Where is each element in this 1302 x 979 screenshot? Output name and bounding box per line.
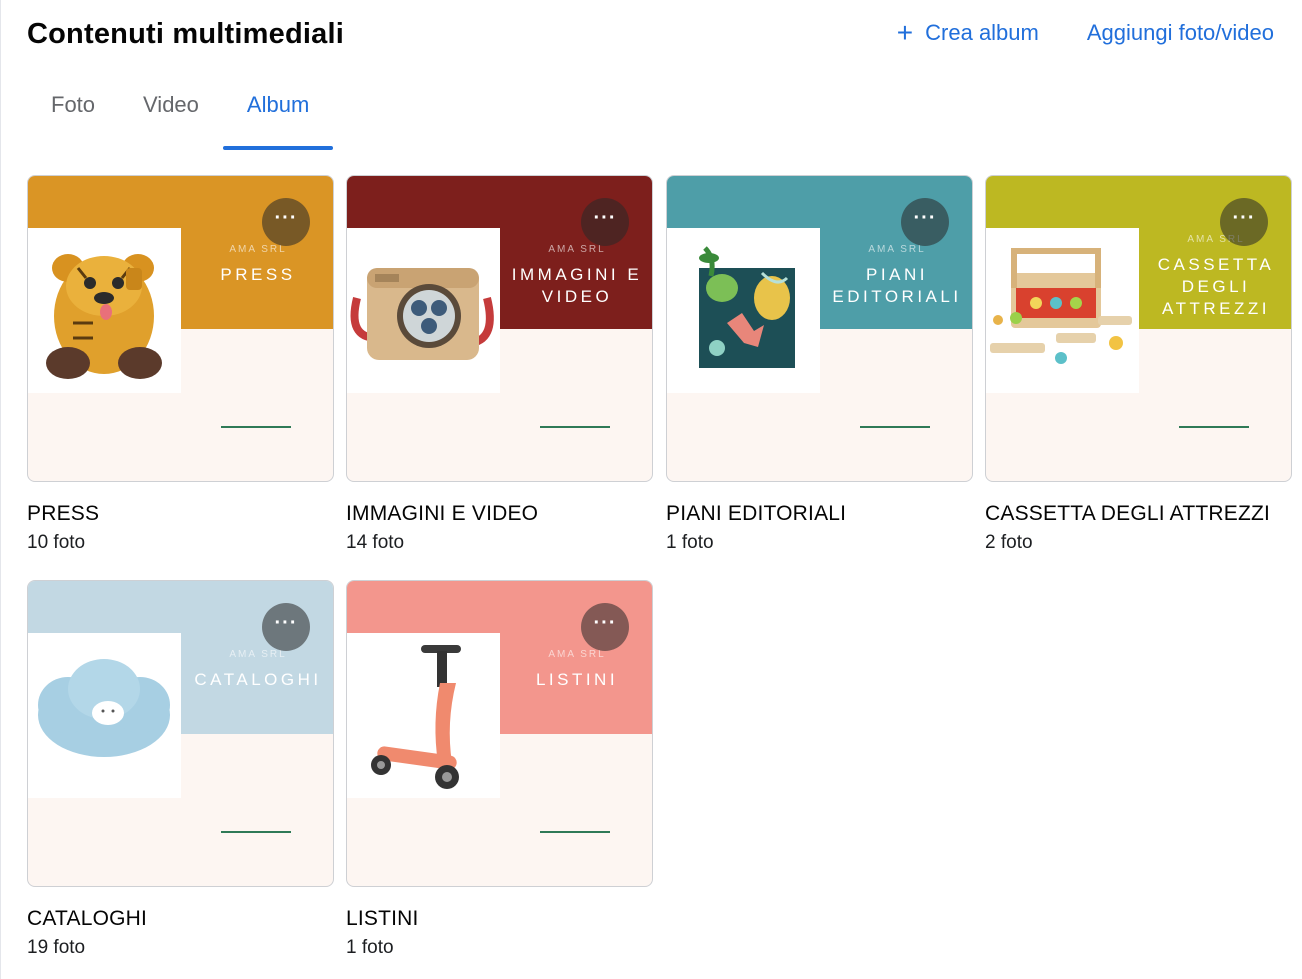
cover-photo: [667, 228, 820, 393]
page-title: Contenuti multimediali: [27, 18, 344, 50]
cover-photo: [347, 228, 500, 393]
album-name[interactable]: PRESS: [27, 502, 334, 526]
cover-title-line: LISTINI: [535, 670, 619, 689]
album-card[interactable]: AMA SRL PIANI EDITORIALI ··· PIANI EDITOR…: [666, 175, 973, 554]
cover-title: PRESS: [181, 264, 333, 286]
cover-brand: AMA SRL: [229, 244, 287, 255]
create-album-button[interactable]: + Crea album: [896, 17, 1039, 48]
album-name[interactable]: LISTINI: [346, 907, 653, 931]
cover-brand: AMA SRL: [229, 649, 287, 660]
page-header: Contenuti multimediali + Crea album Aggi…: [27, 14, 1274, 54]
plus-icon: +: [896, 17, 914, 48]
more-icon: ···: [274, 612, 298, 634]
cover-title-line: CASSETTA: [1157, 255, 1275, 274]
album-count: 14 foto: [346, 532, 405, 553]
tab-video[interactable]: Video: [119, 78, 223, 150]
album-cover[interactable]: AMA SRL CATALOGHI ···: [27, 580, 334, 887]
cover-rule: [221, 426, 291, 428]
more-options-button[interactable]: ···: [581, 603, 629, 651]
cover-title-line: DEGLI: [1181, 277, 1251, 296]
album-cover[interactable]: AMA SRL IMMAGINI E VIDEO ···: [346, 175, 653, 482]
album-count: 10 foto: [27, 532, 86, 553]
album-cover[interactable]: AMA SRL CASSETTA DEGLI ATTREZZI ···: [985, 175, 1292, 482]
album-card[interactable]: AMA SRL CASSETTA DEGLI ATTREZZI ··· CASSET…: [985, 175, 1292, 554]
cover-brand: AMA SRL: [868, 244, 926, 255]
album-count: 19 foto: [27, 937, 86, 958]
cover-rule: [540, 426, 610, 428]
media-page: Contenuti multimediali + Crea album Aggi…: [0, 0, 1302, 979]
cover-title: IMMAGINI E VIDEO: [500, 264, 652, 308]
cover-rule: [860, 426, 930, 428]
album-card[interactable]: AMA SRL IMMAGINI E VIDEO ··· IMMAGINI E V…: [346, 175, 653, 554]
cover-rule: [1179, 426, 1249, 428]
cover-photo: [347, 633, 500, 798]
more-options-button[interactable]: ···: [262, 603, 310, 651]
album-cover[interactable]: AMA SRL PRESS ···: [27, 175, 334, 482]
cover-title: PIANI EDITORIALI: [820, 264, 972, 308]
more-options-button[interactable]: ···: [262, 198, 310, 246]
cover-rule: [540, 831, 610, 833]
cover-photo: [986, 228, 1139, 393]
cover-title-line: ATTREZZI: [1162, 299, 1270, 318]
album-count: 2 foto: [985, 532, 1033, 553]
more-icon: ···: [274, 207, 298, 229]
album-name[interactable]: CATALOGHI: [27, 907, 334, 931]
more-options-button[interactable]: ···: [581, 198, 629, 246]
tab-foto[interactable]: Foto: [27, 78, 119, 150]
cover-photo: [28, 633, 181, 798]
cover-title-line: EDITORIALI: [832, 287, 962, 306]
cover-title-line: CATALOGHI: [194, 670, 322, 689]
album-cover[interactable]: AMA SRL PIANI EDITORIALI ···: [666, 175, 973, 482]
album-name[interactable]: PIANI EDITORIALI: [666, 502, 973, 526]
cover-rule: [221, 831, 291, 833]
cover-brand: AMA SRL: [548, 244, 606, 255]
header-actions: + Crea album Aggiungi foto/video: [896, 17, 1274, 48]
more-options-button[interactable]: ···: [901, 198, 949, 246]
more-icon: ···: [1232, 207, 1256, 229]
cover-photo: [28, 228, 181, 393]
more-icon: ···: [593, 612, 617, 634]
more-options-button[interactable]: ···: [1220, 198, 1268, 246]
cover-title-line: PIANI: [866, 265, 928, 284]
cover-title: LISTINI: [500, 669, 652, 691]
tab-album[interactable]: Album: [222, 78, 334, 150]
cover-brand: AMA SRL: [548, 649, 606, 660]
album-name[interactable]: CASSETTA DEGLI ATTREZZI: [985, 502, 1292, 526]
add-media-button[interactable]: Aggiungi foto/video: [1087, 20, 1274, 46]
album-card[interactable]: AMA SRL CATALOGHI ··· CATALOGHI 19 foto: [27, 580, 334, 959]
cover-title-line: VIDEO: [541, 287, 613, 306]
album-count: 1 foto: [666, 532, 714, 553]
cover-title-line: PRESS: [220, 265, 296, 284]
album-count: 1 foto: [346, 937, 394, 958]
album-name[interactable]: IMMAGINI E VIDEO: [346, 502, 653, 526]
create-album-label: Crea album: [925, 20, 1039, 45]
cover-brand: AMA SRL: [1187, 234, 1245, 245]
cover-title: CASSETTA DEGLI ATTREZZI: [1139, 254, 1291, 320]
album-card[interactable]: AMA SRL PRESS ··· PRESS 10 foto: [27, 175, 334, 554]
album-cover[interactable]: AMA SRL LISTINI ···: [346, 580, 653, 887]
cover-title-line: IMMAGINI E: [511, 265, 643, 284]
more-icon: ···: [913, 207, 937, 229]
media-tabs: Foto Video Album: [27, 78, 334, 150]
album-card[interactable]: AMA SRL LISTINI ··· LISTINI 1 foto: [346, 580, 653, 959]
more-icon: ···: [593, 207, 617, 229]
cover-title: CATALOGHI: [181, 669, 333, 691]
